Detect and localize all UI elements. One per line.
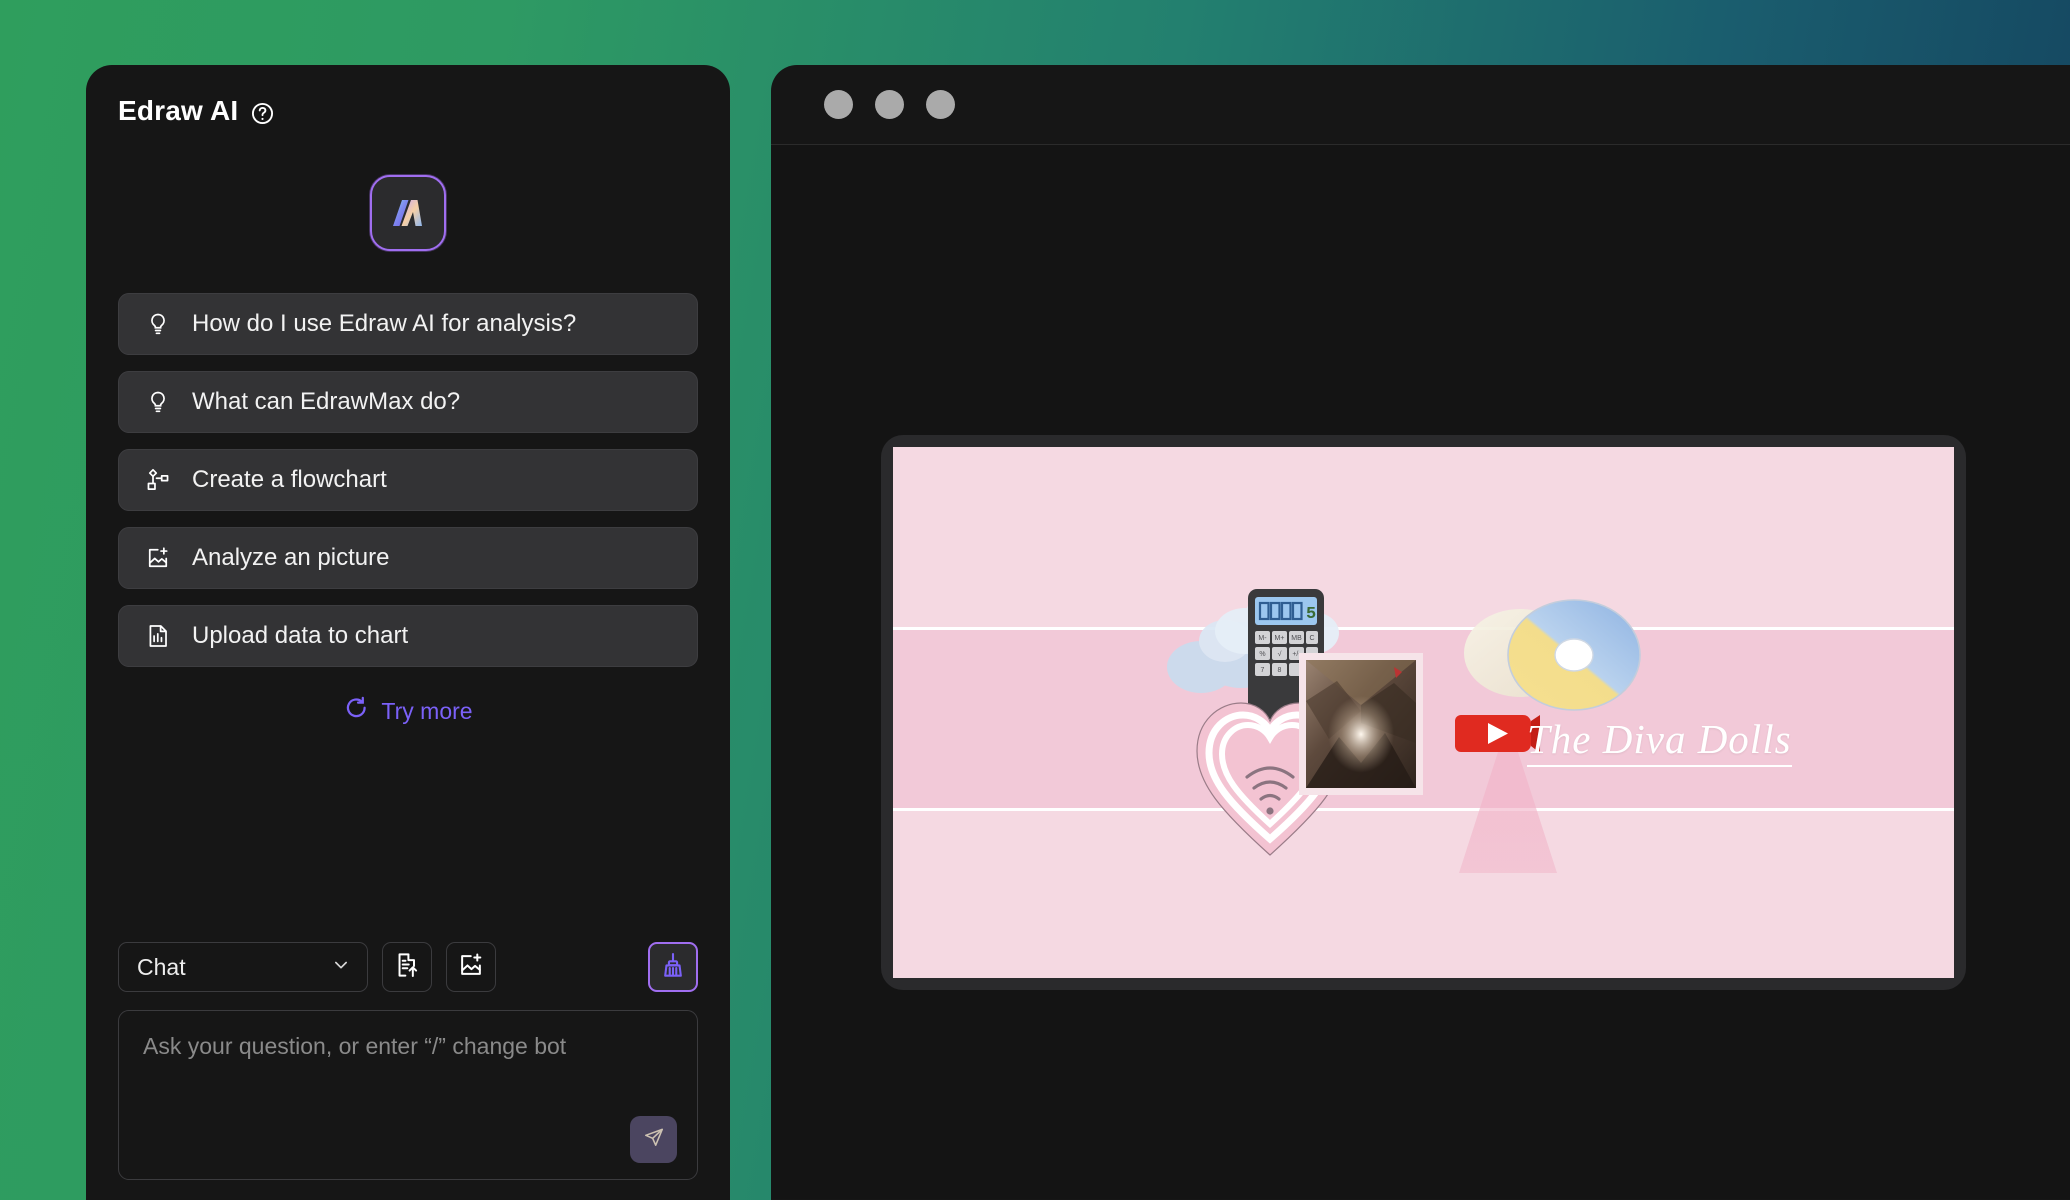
- suggestion-label: How do I use Edraw AI for analysis?: [192, 310, 577, 337]
- svg-text:√: √: [1278, 650, 1282, 658]
- app-window: 5 M- M+ MB C % √ +/- 7 8 The Diva Dolls: [771, 65, 2070, 1200]
- svg-text:5: 5: [1306, 605, 1316, 624]
- panel-header: Edraw AI: [86, 65, 730, 127]
- chat-mode-value: Chat: [137, 953, 186, 980]
- window-titlebar: [771, 65, 2070, 145]
- window-dot-1[interactable]: [824, 90, 853, 119]
- broom-icon: [659, 951, 687, 984]
- chat-mode-select[interactable]: Chat: [118, 942, 368, 992]
- question-circle-icon[interactable]: [250, 101, 275, 126]
- svg-text:%: %: [1259, 651, 1265, 658]
- page-title: Edraw AI: [118, 95, 239, 126]
- edraw-ai-panel: Edraw AI How do I use Edraw AI for analy…: [86, 65, 730, 1200]
- send-icon: [641, 1125, 666, 1155]
- edraw-ai-logo-icon: [370, 175, 446, 251]
- clear-chat-button[interactable]: [648, 942, 698, 992]
- desktop-background: Edraw AI How do I use Edraw AI for analy…: [0, 0, 2070, 1200]
- composer: Chat Ask your question, or enter “/” cha…: [86, 942, 730, 1200]
- svg-text:7: 7: [1261, 667, 1265, 674]
- svg-text:M+: M+: [1275, 635, 1285, 642]
- upload-document-button[interactable]: [382, 942, 432, 992]
- suggestion-label: Analyze an picture: [192, 544, 390, 571]
- try-more-label: Try more: [381, 697, 473, 724]
- lightbulb-icon: [144, 388, 172, 416]
- collage-group: 5 M- M+ MB C % √ +/- 7 8 The Diva Dolls: [893, 447, 1954, 978]
- chat-input[interactable]: Ask your question, or enter “/” change b…: [118, 1010, 698, 1180]
- svg-text:M-: M-: [1258, 635, 1267, 642]
- suggestion-item-analysis[interactable]: How do I use Edraw AI for analysis?: [118, 293, 698, 355]
- photo-polaroid-sticker: [1299, 653, 1423, 800]
- composer-toolbar: Chat: [118, 942, 698, 992]
- suggestion-item-upload-data[interactable]: Upload data to chart: [118, 605, 698, 667]
- window-body: 5 M- M+ MB C % √ +/- 7 8 The Diva Dolls: [771, 145, 2070, 1199]
- suggestion-label: Upload data to chart: [192, 622, 409, 649]
- suggestion-item-analyze-picture[interactable]: Analyze an picture: [118, 527, 698, 589]
- chart-file-icon: [144, 622, 172, 650]
- suggestion-list: How do I use Edraw AI for analysis? What…: [86, 293, 730, 667]
- canvas-frame: 5 M- M+ MB C % √ +/- 7 8 The Diva Dolls: [881, 435, 1966, 990]
- suggestion-item-flowchart[interactable]: Create a flowchart: [118, 449, 698, 511]
- send-button[interactable]: [630, 1116, 677, 1163]
- try-more-button[interactable]: Try more: [86, 695, 730, 727]
- window-dot-2[interactable]: [875, 90, 904, 119]
- logo-container: [86, 175, 730, 251]
- image-plus-icon: [144, 544, 172, 572]
- image-plus-icon: [457, 951, 485, 984]
- svg-text:8: 8: [1278, 667, 1282, 674]
- svg-text:C: C: [1309, 635, 1314, 642]
- canvas-title-text[interactable]: The Diva Dolls: [1527, 715, 1792, 767]
- flowchart-icon: [144, 466, 172, 494]
- refresh-icon: [343, 695, 370, 727]
- design-canvas[interactable]: 5 M- M+ MB C % √ +/- 7 8 The Diva Dolls: [893, 447, 1954, 978]
- chat-input-placeholder: Ask your question, or enter “/” change b…: [143, 1033, 567, 1059]
- chevron-down-icon: [331, 955, 351, 980]
- suggestion-item-edrawmax[interactable]: What can EdrawMax do?: [118, 371, 698, 433]
- document-upload-icon: [393, 951, 421, 984]
- svg-text:MB: MB: [1291, 635, 1302, 642]
- suggestion-label: Create a flowchart: [192, 466, 387, 493]
- upload-image-button[interactable]: [446, 942, 496, 992]
- suggestion-label: What can EdrawMax do?: [192, 388, 461, 415]
- window-dot-3[interactable]: [926, 90, 955, 119]
- lightbulb-icon: [144, 310, 172, 338]
